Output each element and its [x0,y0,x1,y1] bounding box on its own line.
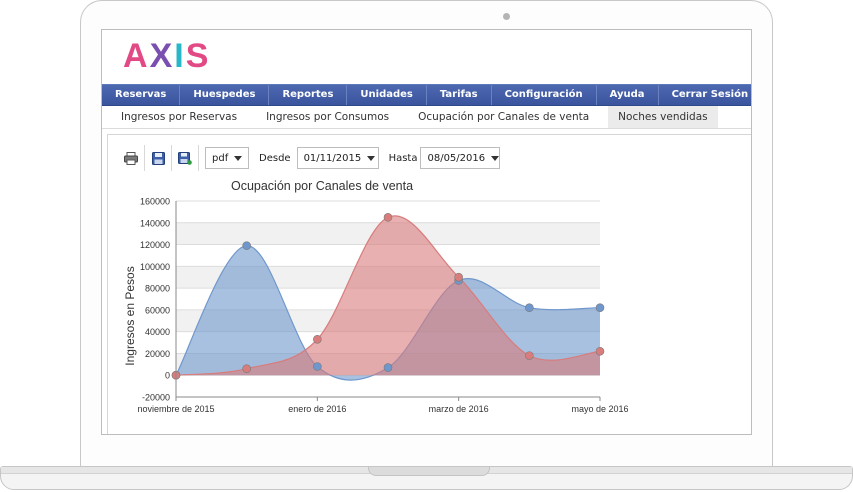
chart-x-tick-label: noviembre de 2015 [137,404,214,414]
menu-item-unidades[interactable]: Unidades [347,85,427,105]
logo-letter: S [185,37,211,75]
logo-letter: I [174,37,186,75]
main-menu-bar: Reservas Huespedes Reportes Unidades Tarifas… [102,84,751,106]
menu-item-reportes[interactable]: Reportes [269,85,348,105]
chart-y-tick-label: 80000 [145,284,170,294]
webcam [503,13,510,20]
logo-letter: X [149,37,175,75]
format-select[interactable]: pdf [205,147,249,169]
report-toolbar: pdf Desde 01/11/2015 Hasta 08/05/2016 [118,145,501,171]
chart-x-tick-label: marzo de 2016 [429,404,489,414]
chart-point-2 [454,272,463,282]
menu-item-configuraci-n[interactable]: Configuración [492,85,597,105]
chart-point-2 [595,346,605,356]
report-tabs: Ingresos por Reservas Ingresos por Consum… [102,106,751,129]
occupancy-chart: Ocupación por Canales de venta Ingresos … [123,179,628,415]
chart-point-2 [313,334,322,344]
to-date-picker[interactable]: 08/05/2016 [420,147,501,169]
chart-point-1 [313,362,322,371]
menu-item-tarifas[interactable]: Tarifas [427,85,492,105]
tab-2[interactable]: Ingresos por Consumos [256,106,399,128]
axis-logo[interactable]: AXIS [123,38,210,74]
chart-plot-area: -20000 0 20000 40000 60000 80000 100000 120000 1… [137,197,628,415]
menu-item-cerrar-sesi-n[interactable]: Cerrar Sesión [659,85,751,105]
tab-1[interactable]: Ingresos por Reservas [111,106,247,128]
logo-letter: A [123,37,150,75]
chart-y-tick-label: 120000 [140,240,170,250]
to-date-label: Hasta [388,152,418,164]
printer-icon[interactable] [118,145,145,171]
chart-point-1 [383,363,393,372]
chart-y-tick-label: 100000 [140,262,170,272]
chart-y-axis-label: Ingresos en Pesos [123,266,137,365]
chart-y-tick-label: 140000 [140,218,170,228]
laptop-base [0,466,853,490]
laptop-notch [368,467,490,476]
report-panel: pdf Desde 01/11/2015 Hasta 08/05/2016 Oc… [107,134,751,434]
chart-point-2 [242,364,251,373]
menu-item-ayuda[interactable]: Ayuda [597,85,659,105]
menu-item-reservas[interactable]: Reservas [102,85,181,105]
chart-y-tick-label: 20000 [145,349,170,359]
chart-point-1 [595,303,605,313]
chart-x-tick-label: enero de 2016 [288,404,346,414]
chart-y-tick-label: 60000 [145,305,170,315]
menu-item-huespedes[interactable]: Huespedes [180,85,270,105]
from-date-picker[interactable]: 01/11/2015 [296,147,379,169]
from-date-value: 01/11/2015 [303,152,362,164]
chart-y-tick-label: 40000 [145,327,170,337]
floppy-save-as-icon[interactable] [172,145,199,171]
chart-point-2 [383,213,393,222]
chevron-down-icon [234,155,243,161]
chart-point-1 [242,241,251,250]
app-screen: AXIS Reservas Huespedes Reportes Unidades Ta… [101,29,752,435]
chart-y-tick-label: 0 [165,371,170,381]
tab-3[interactable]: Ocupación por Canales de venta [408,106,599,128]
chevron-down-icon [491,155,500,161]
chart-grid-band [176,375,600,397]
chart-point-1 [525,303,534,313]
floppy-disk-icon[interactable] [145,145,172,171]
chart-y-tick-label: -20000 [142,393,170,403]
from-date-label: Desde [259,152,291,164]
format-select-value: pdf [212,152,229,164]
chart-x-tick-label: mayo de 2016 [571,404,628,414]
chart-point-2 [525,351,534,360]
to-date-value: 08/05/2016 [427,152,486,164]
chart-y-tick-label: 160000 [140,197,170,207]
chevron-down-icon [367,155,376,161]
chart-title: Ocupación por Canales de venta [231,179,413,193]
tab-4[interactable]: Noches vendidas [608,106,718,128]
